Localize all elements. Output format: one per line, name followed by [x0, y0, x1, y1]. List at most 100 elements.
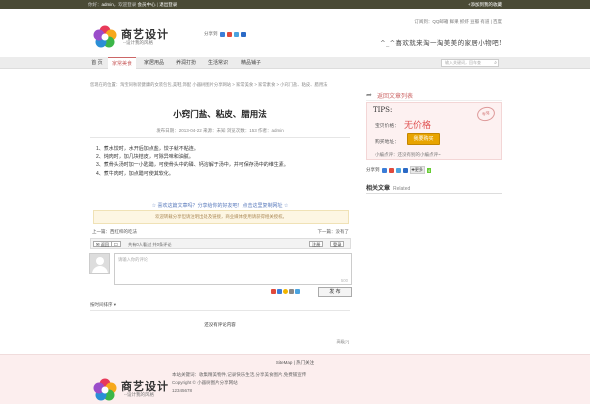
- paragraph: 4、煮牛肉时，加点醋可使其软化。: [96, 170, 174, 177]
- emoji-icon[interactable]: [283, 289, 288, 294]
- tencent-weibo-share-icon[interactable]: [233, 31, 239, 37]
- back-to-list-label[interactable]: 返回文章列表: [377, 91, 413, 100]
- back-to-list[interactable]: ➦ 返回文章列表: [366, 90, 502, 101]
- product-tips-box: TIPS: 手写 宝贝价格： 无价格 购买地址： 我要购买 小编点评：还没有别的…: [366, 102, 502, 160]
- nav-home-cooking[interactable]: 家常美食: [108, 57, 136, 69]
- avatar-head: [96, 257, 104, 265]
- share-count: 4: [426, 167, 432, 173]
- top-bar: 你好：admin，欢迎登录 会员中心 | 退出登录 +添加到我的收藏: [0, 0, 590, 9]
- search-input[interactable]: 输入关键词，回车查 ⌕: [441, 59, 499, 67]
- site-logo-icon[interactable]: [92, 24, 118, 50]
- footer-keywords: 本站关键词：收集精美物件,记录快乐生活,分享美食图片,免费铺宣传: [172, 372, 307, 377]
- date-label: 发布日期：: [156, 128, 179, 133]
- related-articles-heading: 相关文章 Related: [366, 183, 502, 194]
- divider: [90, 137, 350, 138]
- subscribe-links[interactable]: 订阅到：QQ邮箱 鲜果 抓虾 豆瓣 有道 | 百度: [414, 19, 502, 25]
- buy-button[interactable]: 我要购买: [407, 133, 440, 145]
- article-views: 153: [249, 128, 257, 133]
- divider: [90, 310, 350, 311]
- footer-copyright: Copyright © 小器树图片分享网站: [172, 380, 238, 385]
- renren-share-icon[interactable]: [240, 31, 246, 37]
- greeting-text: 你好：: [88, 2, 102, 7]
- copy-url-link[interactable]: ☆ 喜欢这篇文章吗？分享给你的好友吧！点击这里复制网址 ☆: [90, 202, 350, 209]
- article-body: 1、煮水饺时，水开后加点盐，饺子就不粘连。 2、炖肉时，加几块桔皮，可除异味和油…: [96, 145, 289, 178]
- comment-stats: 共有0人看过 共0条评论: [128, 242, 172, 247]
- tips-title: TIPS:: [373, 106, 393, 114]
- nav-boutique[interactable]: 精品铺子: [236, 57, 266, 69]
- comment-textarea[interactable]: 请输入你的评论 500: [114, 253, 352, 285]
- tips-stamp: 手写: [475, 104, 497, 124]
- buy-label: 购买地址：: [375, 140, 399, 145]
- logout-link[interactable]: 退出登录: [159, 2, 177, 7]
- weibo-share-icon[interactable]: [226, 31, 232, 37]
- link-icon[interactable]: [295, 289, 300, 294]
- qq-share-icon[interactable]: [219, 31, 225, 37]
- article-author: admin: [271, 128, 284, 133]
- nav-home-goods[interactable]: 家居用品: [140, 57, 168, 69]
- views-label: 浏览次数：: [226, 128, 250, 133]
- comment-tools: [271, 289, 300, 294]
- tqq-share-icon[interactable]: [395, 167, 401, 173]
- article-date: 2013-04-22: [178, 128, 202, 133]
- post-comment-button[interactable]: 发 布: [318, 287, 352, 297]
- share-label: 分享到: [204, 31, 218, 36]
- member-center-link[interactable]: 会员中心: [138, 2, 156, 7]
- qq-sync-icon[interactable]: [277, 289, 282, 294]
- editor-note: 小编点评：还没有别的小编点评~: [375, 152, 441, 157]
- related-en: Related: [393, 186, 411, 192]
- more-share-button[interactable]: ✚更多: [409, 166, 425, 174]
- breadcrumb[interactable]: 您现在的位置：淘宝同秋装健康的女装包包,美鞋,饰配 小器树图片分享网站 > 家常…: [90, 82, 327, 88]
- sort-by-time-dropdown[interactable]: 按时间排序 ▾: [90, 302, 116, 308]
- user-greeting: 你好：admin，欢迎登录 会员中心 | 退出登录: [88, 2, 178, 7]
- paragraph: 1、煮水饺时，水开后加点盐，饺子就不粘连。: [96, 146, 199, 152]
- footer-logo-icon[interactable]: [92, 377, 118, 403]
- weibo-sync-icon[interactable]: [271, 289, 276, 294]
- avatar: [89, 253, 110, 274]
- paragraph: 2、炖肉时，加几块桔皮，可除异味和油腻。: [96, 154, 194, 161]
- footer-icp: 12345678: [172, 388, 193, 393]
- avatar-body: [92, 266, 108, 273]
- site-slogan: ^_^喜欢就来淘一淘美美的家居小物吧!: [380, 39, 502, 47]
- login-button[interactable]: 登录: [330, 241, 345, 247]
- prev-article-link[interactable]: 上一篇：西红柿的吃法: [92, 229, 137, 235]
- comment-back-button[interactable]: ✉ 返回: [93, 241, 113, 247]
- username-link[interactable]: admin: [102, 2, 114, 7]
- main-nav: 首 页 家常美食 家居用品 养润打扮 生活常识 精品铺子: [0, 57, 590, 69]
- footer-tagline: --设计我的风格: [124, 392, 154, 397]
- qzone-share-icon[interactable]: [381, 167, 387, 173]
- add-favorite-link[interactable]: +添加到我的收藏: [468, 2, 502, 8]
- comment-back-label: 返回: [100, 242, 110, 247]
- source-label: 来源：: [202, 128, 217, 133]
- article-meta: 发布日期：2013-04-22 来源：未知 浏览次数：153 作者：admin: [90, 128, 350, 134]
- comment-placeholder: 请输入你的评论: [118, 257, 149, 262]
- comment-advanced-link[interactable]: 高级[?]: [337, 339, 349, 345]
- comment-view-button[interactable]: ☐: [111, 241, 121, 247]
- sidebar-share-label: 分享到: [366, 167, 380, 172]
- register-button[interactable]: 注册: [309, 241, 324, 247]
- header-share: 分享到: [204, 31, 246, 37]
- renren-share-icon[interactable]: [402, 167, 408, 173]
- nav-home[interactable]: 首 页: [88, 57, 106, 69]
- back-arrow-icon: ➦: [366, 92, 372, 99]
- price-label: 宝贝价格：: [375, 124, 399, 129]
- sidebar-share: 分享到 ✚更多 4: [366, 166, 432, 174]
- search-placeholder: 输入关键词，回车查: [445, 60, 481, 65]
- welcome-text: ，欢迎登录: [113, 2, 137, 7]
- site-tagline: --设计我的风格: [123, 40, 153, 45]
- image-icon[interactable]: [289, 289, 294, 294]
- next-article-link[interactable]: 下一篇：没有了: [318, 229, 350, 235]
- article-source: 未知: [216, 128, 226, 133]
- no-comments-text: 还没有评论内容: [204, 322, 236, 327]
- nav-beauty[interactable]: 养润打扮: [172, 57, 200, 69]
- footer-info: 本站关键词：收集精美物件,记录快乐生活,分享美食图片,免费铺宣传 Copyrig…: [172, 371, 306, 395]
- price-value: 无价格: [404, 120, 432, 130]
- repost-notice: 欢迎转载分享但请注明出处及链接，商业媒体使用请获得相关授权。: [93, 210, 349, 224]
- footer-links[interactable]: SiteMap | 热门关注: [0, 360, 590, 366]
- paragraph: 3、煮骨头汤时加一小匙醋，可使骨头中的磷、钙溶解于汤中，并可保存汤中的维生素。: [96, 162, 289, 169]
- search-icon[interactable]: ⌕: [494, 60, 497, 66]
- nav-life-tips[interactable]: 生活常识: [204, 57, 232, 69]
- char-counter: 500: [340, 278, 348, 283]
- article-title: 小窍门盐、粘皮、腊用法: [173, 109, 267, 119]
- comment-bar: ✉ 返回 ☐ 共有0人看过 共0条评论 注册 登录: [90, 238, 351, 249]
- sina-share-icon[interactable]: [388, 167, 394, 173]
